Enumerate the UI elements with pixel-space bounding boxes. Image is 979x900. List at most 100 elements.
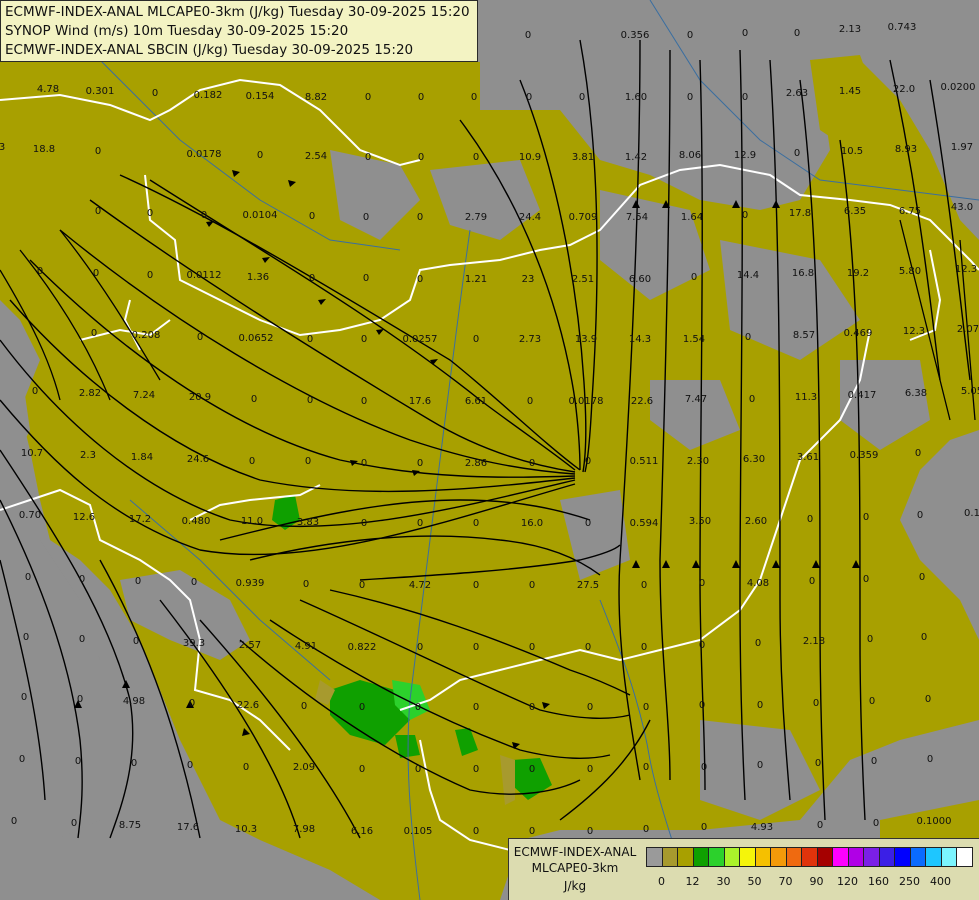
map-value-label: 0.511 (630, 456, 659, 467)
map-value-label: 2.54 (305, 151, 327, 162)
map-value-label: 0 (365, 152, 371, 163)
legend-tick-label: 0 (658, 875, 665, 888)
map-value-label: 0.480 (182, 516, 211, 527)
map-value-label: 5.80 (899, 266, 921, 277)
map-value-label: 0 (197, 332, 203, 343)
map-value-label: 0 (585, 642, 591, 653)
legend-swatch (646, 847, 663, 867)
map-value-label: 0 (147, 270, 153, 281)
map-value-label: 0 (757, 760, 763, 771)
map-value-label: 0 (75, 756, 81, 767)
map-value-label: 0 (927, 754, 933, 765)
map-value-label: 8.82 (305, 92, 327, 103)
map-value-label: 0 (873, 818, 879, 829)
map-value-label: 0.939 (236, 578, 265, 589)
legend-tick-label: 160 (868, 875, 889, 888)
map-value-label: 0 (863, 574, 869, 585)
map-value-label: 0.0104 (243, 210, 278, 221)
map-value-label: 0 (309, 211, 315, 222)
map-value-label: 7.24 (133, 390, 155, 401)
legend-tick-label: 120 (837, 875, 858, 888)
map-value-label: 0.822 (348, 642, 377, 653)
map-value-label: 0 (201, 210, 207, 221)
map-value-label: 0 (529, 458, 535, 469)
map-value-label: 10.5 (841, 146, 863, 157)
map-value-label: 8.57 (793, 330, 815, 341)
map-value-label: 0 (21, 692, 27, 703)
map-value-label: 2.60 (745, 516, 767, 527)
map-value-label: 0 (473, 152, 479, 163)
legend-tick-label: 50 (747, 875, 762, 888)
map-value-label: 0 (359, 764, 365, 775)
map-value-label: 2.07 (957, 324, 979, 335)
map-value-label: 6.35 (844, 206, 866, 217)
map-value-label: 0 (473, 764, 479, 775)
map-value-label: 6.16 (351, 826, 373, 837)
map-value-label: 0 (361, 458, 367, 469)
map-value-label: 0.594 (630, 518, 659, 529)
legend-swatch (723, 847, 741, 867)
map-value-label: 0 (807, 514, 813, 525)
legend-swatch (909, 847, 927, 867)
map-value-label: 14.3 (629, 334, 651, 345)
map-value-label: 0 (363, 273, 369, 284)
map-value-label: 4.72 (409, 580, 431, 591)
map-value-label: 12.6 (73, 512, 95, 523)
header-line-cin: ECMWF-INDEX-ANAL SBCIN (J/kg) Tuesday 30… (5, 42, 414, 58)
legend-swatch (661, 847, 679, 867)
map-value-label: 0 (527, 396, 533, 407)
map-value-label: 1.84 (131, 452, 153, 463)
map-value-label: 0 (91, 328, 97, 339)
map-value-label: 0.0200 (941, 82, 976, 93)
map-value-label: 0 (815, 758, 821, 769)
map-value-label: 0 (699, 578, 705, 589)
map-value-label: 11.0 (241, 516, 263, 527)
map-value-label: 0 (473, 642, 479, 653)
map-value-label: 0 (641, 580, 647, 591)
map-value-label: 0 (77, 694, 83, 705)
map-value-label: 0 (742, 210, 748, 221)
map-value-label: 11.3 (795, 392, 817, 403)
legend-swatch (785, 847, 803, 867)
map-value-label: 0 (415, 764, 421, 775)
map-value-label: 2.18 (803, 636, 825, 647)
map-value-label: 2.30 (687, 456, 709, 467)
map-value-label: 43.0 (951, 202, 973, 213)
map-value-label: 6.60 (629, 274, 651, 285)
map-value-label: 17.8 (789, 208, 811, 219)
map-value-label: 0 (585, 518, 591, 529)
map-value-label: 0 (135, 576, 141, 587)
map-viewport[interactable]: 4.78 0.301 0 0.182 0.154 8.82 0 0 0 0 0 1.60 0 0 2.63 1… (0, 0, 979, 900)
map-value-label: 2.13 (839, 24, 861, 35)
map-value-label: 0 (301, 701, 307, 712)
map-value-label: 2.82 (79, 388, 101, 399)
legend-title: ECMWF-INDEX-ANAL (513, 845, 637, 859)
legend-swatch (925, 847, 942, 867)
map-value-label: 23 (522, 274, 535, 285)
legend-swatch (863, 847, 880, 867)
map-value-label: 0 (95, 206, 101, 217)
legend-tick-label: 90 (809, 875, 824, 888)
map-value-label: 0 (643, 702, 649, 713)
map-value-label: 4.78 (37, 84, 59, 95)
map-value-label: 0.0112 (187, 270, 222, 281)
map-value-label: 16.8 (792, 268, 814, 279)
map-value-label: 6.30 (743, 454, 765, 465)
map-value-label: 10.3 (235, 824, 257, 835)
map-value-label: 2.3 (80, 450, 96, 461)
map-value-label: 3 (0, 142, 5, 153)
map-value-label: 0 (361, 396, 367, 407)
map-value-label: 3.83 (297, 517, 319, 528)
legend-swatch (816, 847, 834, 867)
map-value-label: 0.1000 (917, 816, 952, 827)
map-value-label: 0 (742, 28, 748, 39)
map-value-label: 2.09 (293, 762, 315, 773)
map-value-label: 6.75 (899, 206, 921, 217)
weather-map[interactable]: 4.78 0.301 0 0.182 0.154 8.82 0 0 0 0 0 1.60 0 0 2.63 1… (0, 0, 979, 900)
map-value-label: 0 (249, 456, 255, 467)
map-value-label: 0 (863, 512, 869, 523)
legend-tick-label: 400 (930, 875, 951, 888)
map-value-label: 0.208 (132, 330, 161, 341)
map-value-label: 0 (526, 92, 532, 103)
legend-subtitle: MLCAPE0-3km (531, 861, 619, 875)
